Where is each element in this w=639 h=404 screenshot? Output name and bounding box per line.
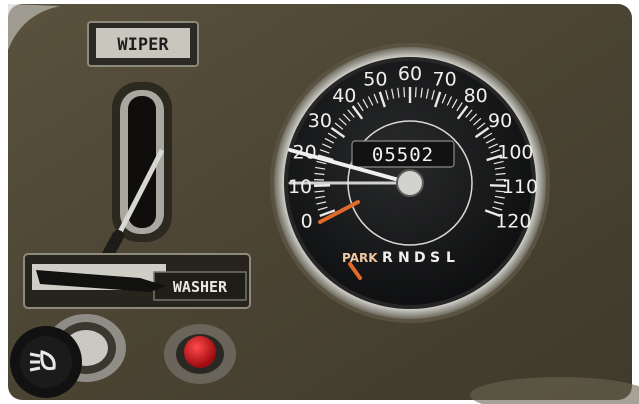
needle-hub: [396, 169, 424, 197]
speed-mark-70: 70: [433, 69, 457, 91]
odometer: 05502: [351, 140, 455, 168]
wiper-slot: [112, 82, 172, 242]
dashboard-photo: WIPER WASHER 0 10 30 40 50 60 70 80 90 1…: [0, 0, 639, 404]
dial-minor-tick: [403, 87, 406, 98]
washer-label: WASHER: [173, 278, 228, 296]
gear-n: N: [398, 250, 410, 266]
speed-mark-80: 80: [464, 85, 488, 107]
gear-s: S: [430, 250, 440, 266]
odometer-value: 05502: [372, 144, 434, 166]
speedometer: 0102030405060708090100110120 05502 PARK …: [270, 43, 550, 323]
speed-mark-120: 120: [495, 211, 531, 233]
gear-r: R: [382, 250, 393, 266]
speed-mark-40: 40: [332, 85, 356, 107]
push-button-icon: [184, 336, 216, 368]
gear-d: D: [414, 250, 426, 266]
speed-mark-10: 10: [288, 176, 312, 198]
speed-mark-90: 90: [488, 110, 512, 132]
speed-mark-100: 100: [497, 141, 533, 163]
speed-mark-60: 60: [398, 63, 422, 85]
park-label: PARK: [342, 251, 378, 265]
red-push-button[interactable]: [164, 324, 236, 384]
wiper-label-plate: WIPER: [87, 21, 199, 67]
wiper-label: WIPER: [117, 35, 169, 55]
speed-mark-50: 50: [363, 69, 387, 91]
speed-mark-110: 110: [502, 176, 538, 198]
speed-mark-0: 0: [301, 211, 313, 233]
dial-minor-tick: [414, 87, 417, 98]
gear-l: L: [446, 250, 455, 266]
speed-mark-30: 30: [308, 110, 332, 132]
